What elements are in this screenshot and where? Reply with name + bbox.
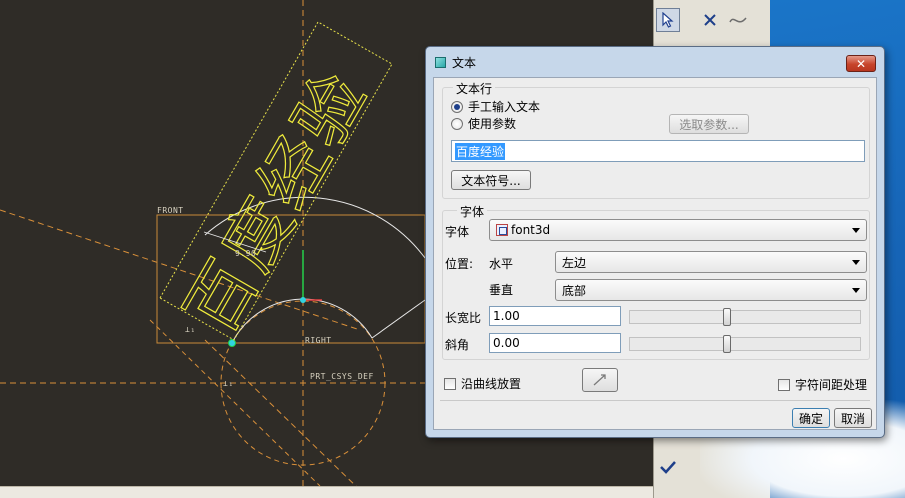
- slant-value: 0.00: [493, 336, 520, 350]
- slant-label: 斜角: [445, 338, 470, 352]
- separator: [440, 400, 870, 401]
- close-button[interactable]: ✕: [846, 55, 876, 72]
- position-label: 位置:: [445, 257, 474, 271]
- flip-direction-icon: [593, 374, 606, 386]
- chevron-down-icon: [852, 260, 860, 265]
- aspect-ratio-slider[interactable]: [629, 308, 861, 326]
- along-curve-checkbox[interactable]: 沿曲线放置: [444, 375, 521, 392]
- checkbox[interactable]: [444, 377, 456, 390]
- font-select[interactable]: font3d: [489, 219, 867, 241]
- slant-slider[interactable]: [629, 335, 861, 353]
- chevron-down-icon: [852, 288, 860, 293]
- aspect-ratio-label: 长宽比: [445, 311, 482, 325]
- font-icon: [496, 224, 508, 236]
- text-symbol-button[interactable]: 文本符号...: [451, 170, 531, 190]
- font-label: 字体: [445, 225, 470, 239]
- right-label: RIGHT: [305, 336, 332, 345]
- horizontal-select[interactable]: 左边: [555, 251, 867, 273]
- aspect-ratio-value: 1.00: [493, 309, 520, 323]
- flip-direction-button[interactable]: [582, 368, 618, 392]
- char-spacing-checkbox[interactable]: 字符间距处理: [778, 376, 867, 393]
- cancel-button[interactable]: 取消: [834, 408, 872, 428]
- app-icon: [435, 56, 446, 68]
- horizontal-label: 水平: [489, 257, 514, 271]
- radio-manual-text[interactable]: 手工输入文本: [451, 98, 540, 115]
- vertical-label: 垂直: [489, 283, 514, 297]
- perpendicular-mark: ⊥₁: [223, 379, 234, 388]
- aspect-ratio-input[interactable]: 1.00: [489, 306, 621, 326]
- along-curve-label: 沿曲线放置: [461, 377, 522, 391]
- text-dialog: 文本 ✕ 文本行 手工输入文本 使用参数 选取参数... 百度经验 文本符号..…: [425, 46, 885, 438]
- text-value-input[interactable]: 百度经验: [451, 140, 865, 162]
- front-label: FRONT: [157, 206, 184, 215]
- chevron-down-icon: [852, 228, 860, 233]
- slider-thumb[interactable]: [723, 308, 731, 326]
- dialog-title: 文本: [452, 55, 477, 70]
- center-point: [300, 297, 306, 303]
- font-group: 字体 字体 font3d 位置: 水平 左边 垂直 底部 长宽比 1.00 斜角…: [442, 203, 870, 360]
- select-arrow-icon[interactable]: [656, 8, 680, 32]
- horizontal-value: 左边: [562, 255, 587, 270]
- text-line-group-title: 文本行: [453, 80, 496, 97]
- text-value: 百度经验: [455, 142, 506, 160]
- font-group-title: 字体: [457, 203, 488, 220]
- slant-input[interactable]: 0.00: [489, 333, 621, 353]
- radio-use-parameter[interactable]: 使用参数: [451, 115, 516, 132]
- ok-button[interactable]: 确定: [792, 408, 830, 428]
- vertical-select[interactable]: 底部: [555, 279, 867, 301]
- checkbox[interactable]: [778, 378, 790, 391]
- char-spacing-label: 字符间距处理: [795, 378, 868, 392]
- radio-button[interactable]: [451, 117, 463, 130]
- perpendicular-mark: ⊥₁: [185, 325, 196, 334]
- csys-label: PRT_CSYS_DEF: [310, 372, 374, 381]
- dialog-titlebar[interactable]: 文本 ✕: [426, 47, 884, 77]
- sketch-line: [371, 299, 426, 339]
- radio-manual-label: 手工输入文本: [468, 100, 541, 114]
- dimension-value: 9.90: [235, 249, 256, 258]
- radio-button[interactable]: [451, 100, 463, 113]
- reference-line: [204, 339, 357, 486]
- status-strip: [0, 486, 653, 498]
- confirm-check-icon[interactable]: [656, 455, 680, 479]
- font-value: font3d: [511, 223, 551, 237]
- close-x-icon[interactable]: [698, 8, 722, 32]
- dialog-client: 文本行 手工输入文本 使用参数 选取参数... 百度经验 文本符号... 字体 …: [433, 77, 877, 430]
- spline-icon[interactable]: [726, 8, 750, 32]
- select-parameter-button[interactable]: 选取参数...: [669, 114, 749, 134]
- radio-param-label: 使用参数: [468, 117, 517, 131]
- vertical-value: 底部: [562, 283, 587, 298]
- text-line-group: 文本行 手工输入文本 使用参数 选取参数... 百度经验 文本符号...: [442, 80, 870, 199]
- slider-thumb[interactable]: [723, 335, 731, 353]
